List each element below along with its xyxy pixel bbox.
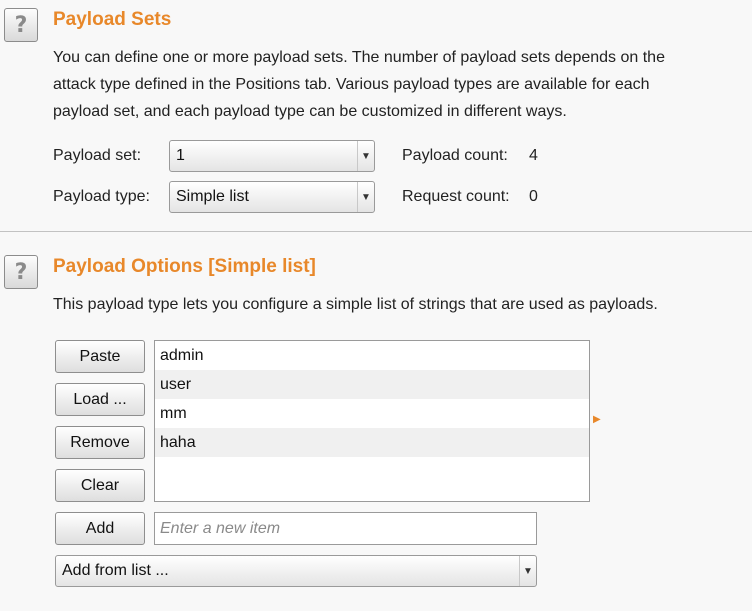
description-line: You can define one or more payload sets.… xyxy=(53,49,665,66)
list-item[interactable]: haha xyxy=(155,428,589,457)
payload-set-label: Payload set: xyxy=(53,147,142,164)
payload-options-help-button[interactable]: ? xyxy=(4,255,38,289)
description-line: payload set, and each payload type can b… xyxy=(53,103,567,120)
list-item[interactable]: user xyxy=(155,370,589,399)
payload-sets-title: Payload Sets xyxy=(53,9,172,30)
payload-type-dropdown[interactable]: Simple list ▼ xyxy=(169,181,375,213)
payload-list[interactable]: admin user mm haha xyxy=(154,340,590,502)
chevron-down-icon: ▼ xyxy=(357,141,374,171)
add-from-list-dropdown[interactable]: Add from list ... ▼ xyxy=(55,555,537,587)
chevron-down-icon: ▼ xyxy=(519,556,536,586)
payload-set-value: 1 xyxy=(176,147,185,164)
chevron-down-icon: ▼ xyxy=(357,182,374,212)
caret-right-icon[interactable]: ▶ xyxy=(593,414,601,425)
add-button[interactable]: Add xyxy=(55,512,145,545)
payload-sets-help-button[interactable]: ? xyxy=(4,8,38,42)
new-item-input[interactable] xyxy=(154,512,537,545)
load-button[interactable]: Load ... xyxy=(55,383,145,416)
paste-button[interactable]: Paste xyxy=(55,340,145,373)
payload-set-dropdown[interactable]: 1 ▼ xyxy=(169,140,375,172)
payload-count-label: Payload count: xyxy=(402,147,508,164)
request-count-value: 0 xyxy=(529,188,538,205)
request-count-label: Request count: xyxy=(402,188,510,205)
payload-options-title: Payload Options [Simple list] xyxy=(53,256,316,277)
payload-count-value: 4 xyxy=(529,147,538,164)
section-divider xyxy=(0,231,752,232)
question-icon: ? xyxy=(14,12,28,38)
clear-button[interactable]: Clear xyxy=(55,469,145,502)
description-line: attack type defined in the Positions tab… xyxy=(53,76,650,93)
list-item[interactable]: mm xyxy=(155,399,589,428)
add-from-list-value: Add from list ... xyxy=(62,562,169,579)
remove-button[interactable]: Remove xyxy=(55,426,145,459)
question-icon: ? xyxy=(14,259,28,285)
payload-type-label: Payload type: xyxy=(53,188,150,205)
list-item[interactable]: admin xyxy=(155,341,589,370)
payload-options-description: This payload type lets you configure a s… xyxy=(53,296,658,313)
payload-type-value: Simple list xyxy=(176,188,249,205)
payload-sets-description: You can define one or more payload sets.… xyxy=(53,44,665,125)
